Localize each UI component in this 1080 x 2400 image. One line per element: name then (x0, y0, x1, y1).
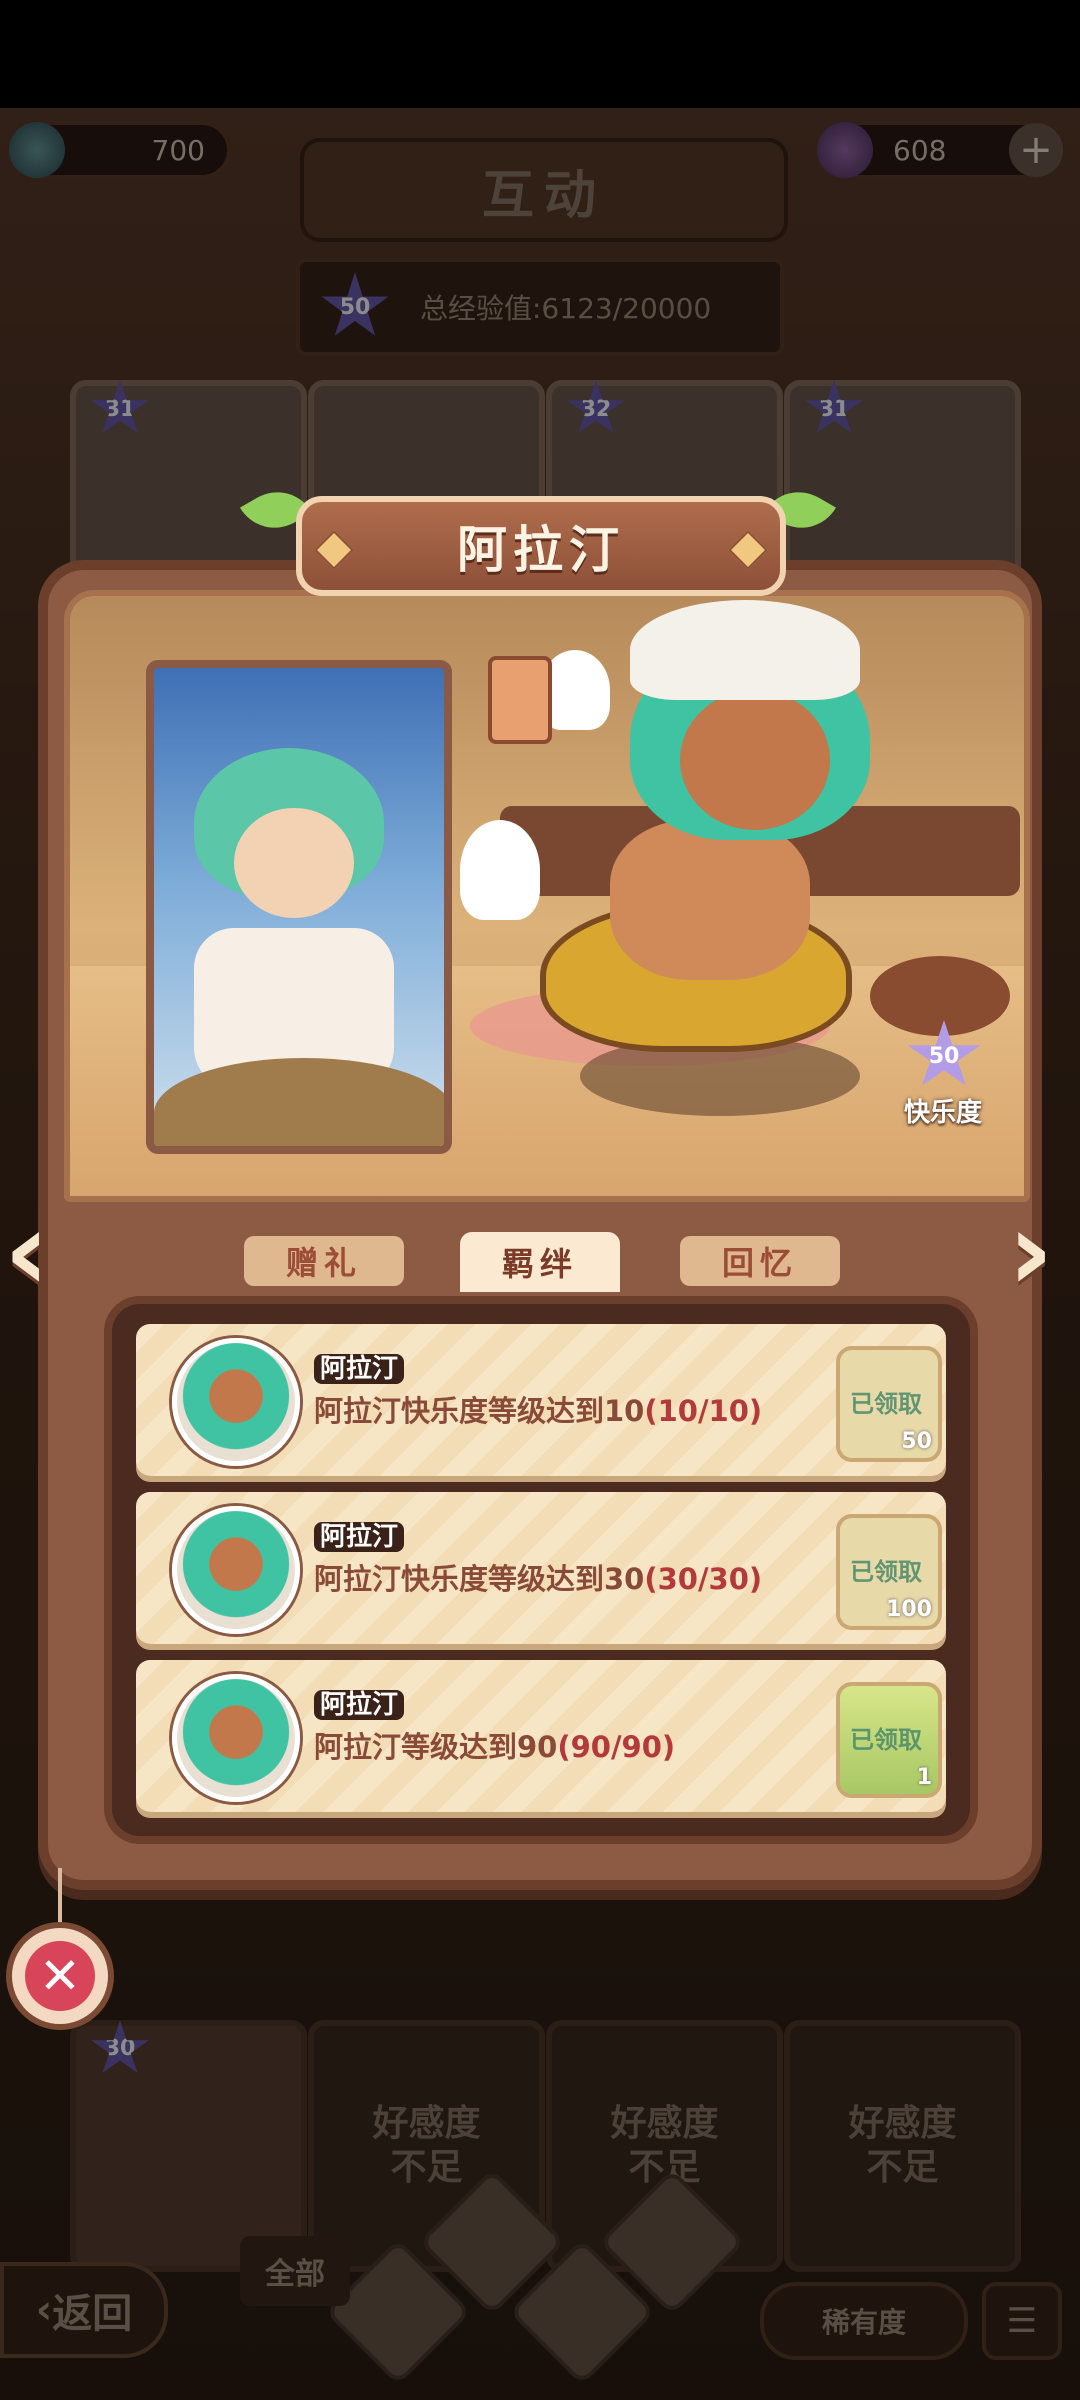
prev-character-arrow[interactable]: ‹ (4, 1196, 64, 1312)
portrait-face (234, 808, 354, 918)
bond-row: 阿拉汀 阿拉汀快乐度等级达到30(30/30) 已领取 100 (136, 1492, 946, 1644)
bond-row: 阿拉汀 阿拉汀快乐度等级达到10(10/10) 已领取 50 (136, 1324, 946, 1476)
bond-description: 阿拉汀快乐度等级达到10(10/10) (314, 1394, 763, 1428)
ghost-icon (460, 820, 540, 920)
bond-list[interactable]: 阿拉汀 阿拉汀快乐度等级达到10(10/10) 已领取 50 阿拉汀 阿拉汀快乐… (104, 1296, 978, 1844)
character-body[interactable] (610, 820, 810, 980)
reward-claimed-button[interactable]: 已领取 1 (836, 1682, 942, 1798)
next-character-arrow[interactable]: › (1008, 1196, 1068, 1312)
character-name: 阿拉汀 (457, 521, 625, 579)
close-button[interactable]: ✕ (12, 1928, 108, 2024)
happiness-label: 快乐度 (903, 1098, 982, 1128)
bond-row: 阿拉汀 阿拉汀等级达到90(90/90) 已领取 1 (136, 1660, 946, 1812)
avatar (172, 1338, 300, 1466)
avatar (172, 1506, 300, 1634)
happiness-star-icon: 50 (907, 1020, 981, 1086)
happiness-badge: 50 快乐度 (880, 1020, 1006, 1146)
bond-name: 阿拉汀 (314, 1522, 405, 1552)
bond-description: 阿拉汀快乐度等级达到30(30/30) (314, 1562, 763, 1596)
bond-name: 阿拉汀 (314, 1354, 405, 1384)
reward-claimed-button[interactable]: 已领取 50 (836, 1346, 942, 1462)
close-icon: ✕ (25, 1941, 95, 2011)
bond-description: 阿拉汀等级达到90(90/90) (314, 1730, 676, 1764)
tab-memory[interactable]: 回忆 (680, 1236, 840, 1286)
message-card-icon (488, 656, 552, 744)
bond-name: 阿拉汀 (314, 1690, 405, 1720)
tab-gift[interactable]: 赠礼 (244, 1236, 404, 1286)
rope (58, 1868, 62, 1932)
gem-icon (728, 530, 768, 570)
tab-bond[interactable]: 羁绊 (460, 1232, 620, 1292)
character-name-title: 阿拉汀 (296, 496, 786, 596)
character-face[interactable] (680, 690, 830, 830)
character-turban[interactable] (630, 600, 860, 700)
avatar (172, 1674, 300, 1802)
gem-icon (314, 530, 354, 570)
character-portrait-card[interactable] (146, 660, 452, 1154)
status-bar-area (0, 0, 1080, 108)
reward-claimed-button[interactable]: 已领取 100 (836, 1514, 942, 1630)
portrait-lamp (154, 1058, 444, 1146)
